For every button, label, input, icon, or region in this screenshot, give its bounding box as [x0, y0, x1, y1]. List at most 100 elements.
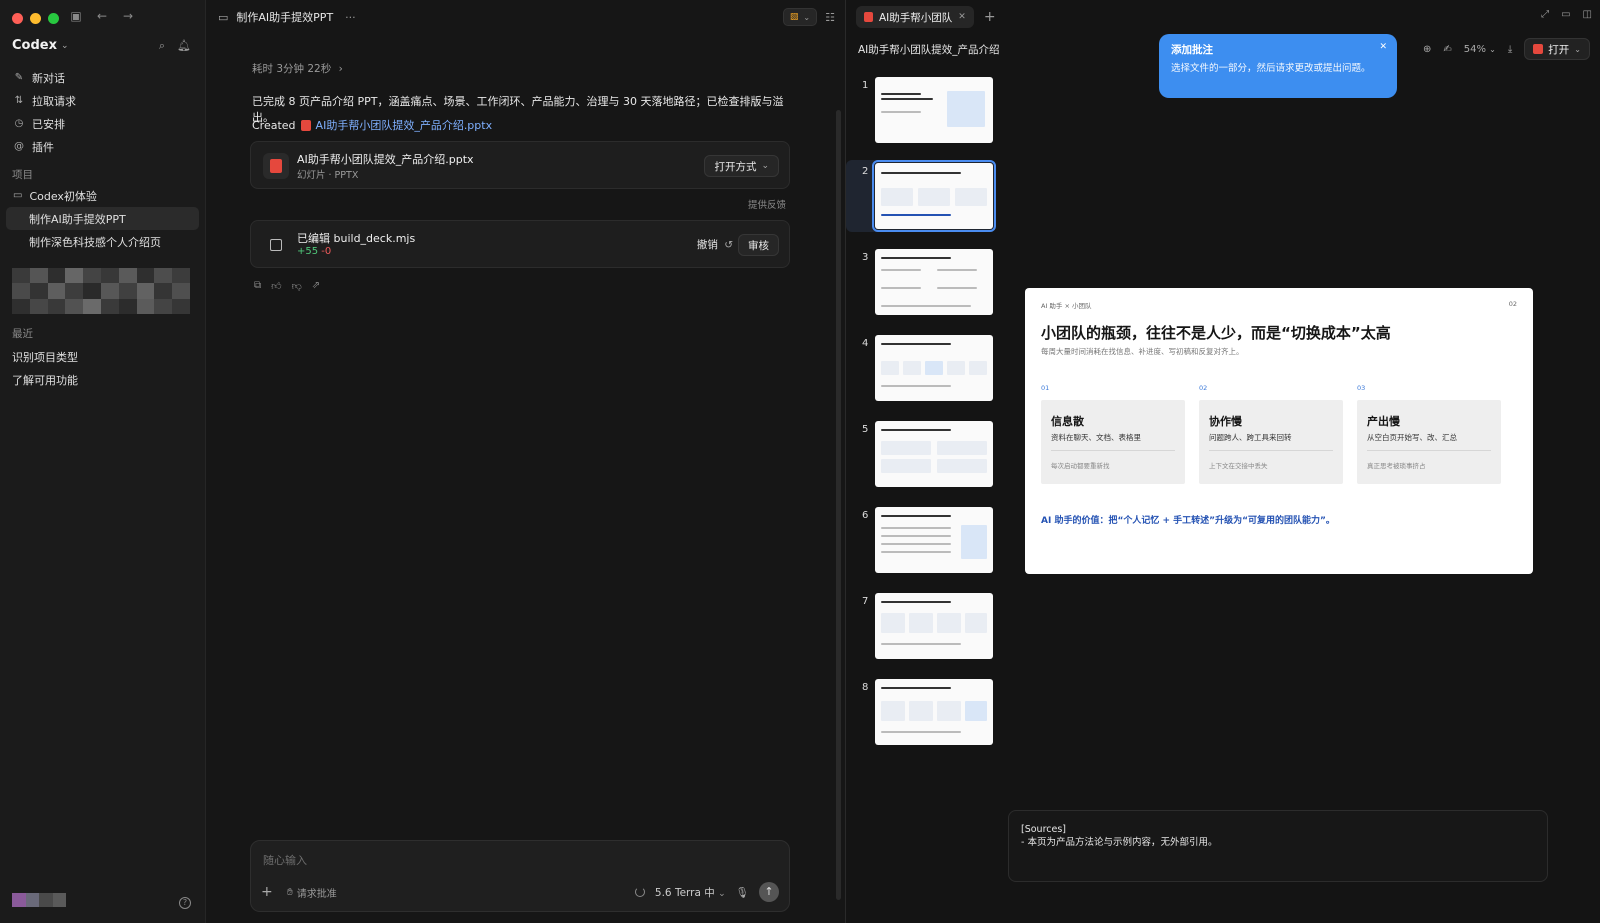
panel-icon[interactable]: ▭ [1561, 9, 1570, 20]
thumbnail-image [875, 335, 993, 401]
project-item-label: 制作AI助手提效PPT [29, 212, 126, 226]
model-selector[interactable]: 5.6 Terra 中 ⌄ [655, 885, 726, 900]
sidebar-toggle-icon[interactable]: ▣ [68, 9, 84, 23]
window-toolbar: ▣ ← → [68, 9, 136, 23]
elapsed-label: 耗时 3分钟 22秒 [252, 63, 332, 75]
project-item-ai-ppt[interactable]: 制作AI助手提效PPT [6, 207, 199, 230]
created-prefix: Created [252, 118, 296, 132]
workspace-switcher[interactable]: Codex ⌄ [12, 38, 69, 53]
edit-card: 已编辑 build_deck.mjs +55 -0 撤销 ↺ 审核 [250, 220, 790, 268]
tab-pptx[interactable]: AI助手帮小团队 ✕ [856, 6, 974, 28]
project-folder[interactable]: ▭ Codex初体验 [6, 184, 199, 207]
thumbs-up-icon[interactable]: 👍︎ [271, 280, 281, 292]
thumbnail-8[interactable]: 8 [846, 676, 996, 748]
card-note: 真正思考被琐事挤占 [1367, 462, 1426, 470]
thumbnail-7[interactable]: 7 [846, 590, 996, 662]
slide-canvas[interactable]: AI 助手 × 小团队 02 小团队的瓶颈，往往不是人少，而是“切换成本”太高 … [1025, 288, 1533, 574]
minimize-window-button[interactable] [30, 13, 41, 24]
composer-toolbar: + ✋︎ 请求批准 5.6 Terra 中 ⌄ 🎙︎ ↑ [261, 882, 779, 902]
nav-label: 插件 [32, 140, 54, 154]
forward-arrow-icon[interactable]: → [120, 9, 136, 23]
nav-plugins[interactable]: @ 插件 [6, 135, 199, 158]
thumbs-down-icon[interactable]: 👎︎ [292, 280, 302, 292]
thumbnail-6[interactable]: 6 [846, 504, 996, 576]
download-icon[interactable]: ⤓ [1508, 44, 1512, 55]
close-window-button[interactable] [12, 13, 23, 24]
chat-header-tools: ▧ ⌄ ☷ [782, 8, 835, 26]
open-in-app-button[interactable]: 打开 ⌄ [1524, 38, 1590, 60]
user-avatar[interactable] [12, 893, 66, 907]
bell-icon[interactable]: 🔔︎ [177, 39, 191, 53]
window-controls [12, 13, 59, 24]
thumbnail-3[interactable]: 3 [846, 246, 996, 318]
send-button[interactable]: ↑ [759, 882, 779, 902]
zoom-selector[interactable]: 54% ⌄ [1464, 44, 1496, 55]
expand-icon[interactable]: ⤢ [1541, 9, 1549, 20]
thumbnail-image [875, 507, 993, 573]
thumbnail-5[interactable]: 5 [846, 418, 996, 490]
thumbnail-image [875, 421, 993, 487]
open-label: 打开 [1548, 43, 1570, 56]
open-with-button[interactable]: 打开方式 ⌄ [704, 155, 779, 177]
thumbnail-1[interactable]: 1 [846, 74, 996, 146]
chat-scrollbar[interactable] [836, 110, 841, 900]
nav-pull-requests[interactable]: ⇅ 拉取请求 [6, 89, 199, 112]
plus-icon[interactable]: + [261, 884, 277, 900]
pptx-file-icon [263, 153, 289, 179]
project-item-dark-intro[interactable]: 制作深色科技感个人介绍页 [6, 230, 199, 253]
split-view-icon[interactable]: ◫ [1583, 9, 1592, 20]
thumbnail-4[interactable]: 4 [846, 332, 996, 404]
request-approval-button[interactable]: ✋︎ 请求批准 [287, 885, 337, 900]
chevron-down-icon: ⌄ [803, 12, 811, 22]
close-icon[interactable]: ✕ [1379, 42, 1387, 52]
zoom-window-button[interactable] [48, 13, 59, 24]
document-title: AI助手帮小团队提效_产品介绍 [858, 44, 1000, 56]
file-name: AI助手帮小团队提效_产品介绍.pptx [297, 153, 474, 166]
app-switcher-button[interactable]: ▧ ⌄ [782, 8, 818, 26]
file-card[interactable]: AI助手帮小团队提效_产品介绍.pptx 幻灯片 · PPTX 打开方式 ⌄ [250, 141, 790, 189]
nav-new-chat[interactable]: ✎ 新对话 [6, 66, 199, 89]
thumbnail-number: 6 [862, 510, 869, 521]
request-approval-label: 请求批准 [296, 888, 337, 900]
new-tab-icon[interactable]: + [984, 9, 996, 25]
column-number: 03 [1357, 384, 1366, 392]
file-type: 幻灯片 · PPTX [297, 170, 359, 181]
thumbnail-2[interactable]: 2 [846, 160, 996, 232]
recent-item-identify-type[interactable]: 识别项目类型 [12, 349, 78, 365]
add-comment-icon[interactable]: ⊕ [1423, 44, 1431, 55]
speaker-notes[interactable]: [Sources] - 本页为产品方法论与示例内容，无外部引用。 [1008, 810, 1548, 882]
slide-title: 小团队的瓶颈，往往不是人少，而是“切换成本”太高 [1041, 324, 1391, 342]
elapsed-time[interactable]: 耗时 3分钟 22秒 › [252, 61, 343, 76]
thumbnail-image [875, 593, 993, 659]
close-icon[interactable]: ✕ [958, 12, 966, 22]
back-arrow-icon[interactable]: ← [94, 9, 110, 23]
slide-card: 信息散 资料在聊天、文档、表格里 每次启动都要重新找 [1041, 400, 1185, 484]
slide-subtitle: 每周大量时间消耗在找信息、补进度、写初稿和反复对齐上。 [1041, 347, 1244, 356]
search-icon[interactable]: ⌕ [159, 39, 165, 53]
composer-input[interactable]: 随心输入 [263, 852, 307, 868]
share-icon[interactable]: ⇗ [312, 280, 320, 292]
undo-button[interactable]: 撤销 ↺ [697, 237, 733, 252]
preview-tabbar: AI助手帮小团队 ✕ + [846, 0, 1600, 34]
lines-added: +55 [297, 246, 319, 257]
chevron-down-icon: ⌄ [60, 40, 69, 51]
copy-icon[interactable]: ⧉ [254, 280, 261, 292]
slide-page-number: 02 [1508, 300, 1517, 308]
redacted-area [12, 268, 190, 314]
annotate-icon[interactable]: ✍︎ [1443, 44, 1451, 55]
recent-item-learn-features[interactable]: 了解可用功能 [12, 372, 78, 388]
diff-panel-icon[interactable]: ☷ [825, 11, 835, 24]
clock-icon: ◷ [14, 118, 24, 129]
card-description: 资料在聊天、文档、表格里 [1051, 433, 1141, 442]
help-icon[interactable]: ? [179, 897, 191, 909]
card-note: 上下文在交接中丢失 [1209, 462, 1268, 470]
created-file-link[interactable]: AI助手帮小团队提效_产品介绍.pptx [316, 117, 493, 133]
nav-scheduled[interactable]: ◷ 已安排 [6, 112, 199, 135]
chat-header: ▭ 制作AI助手提效PPT ··· [206, 0, 845, 34]
more-icon[interactable]: ··· [345, 11, 356, 24]
feedback-link[interactable]: 提供反馈 [748, 197, 786, 211]
microphone-icon[interactable]: 🎙︎ [736, 886, 749, 899]
column-number: 02 [1199, 384, 1208, 392]
review-button[interactable]: 审核 [738, 234, 779, 256]
preview-toolbar: ⊕ ✍︎ 54% ⌄ ⤓ 打开 ⌄ [1423, 38, 1590, 60]
